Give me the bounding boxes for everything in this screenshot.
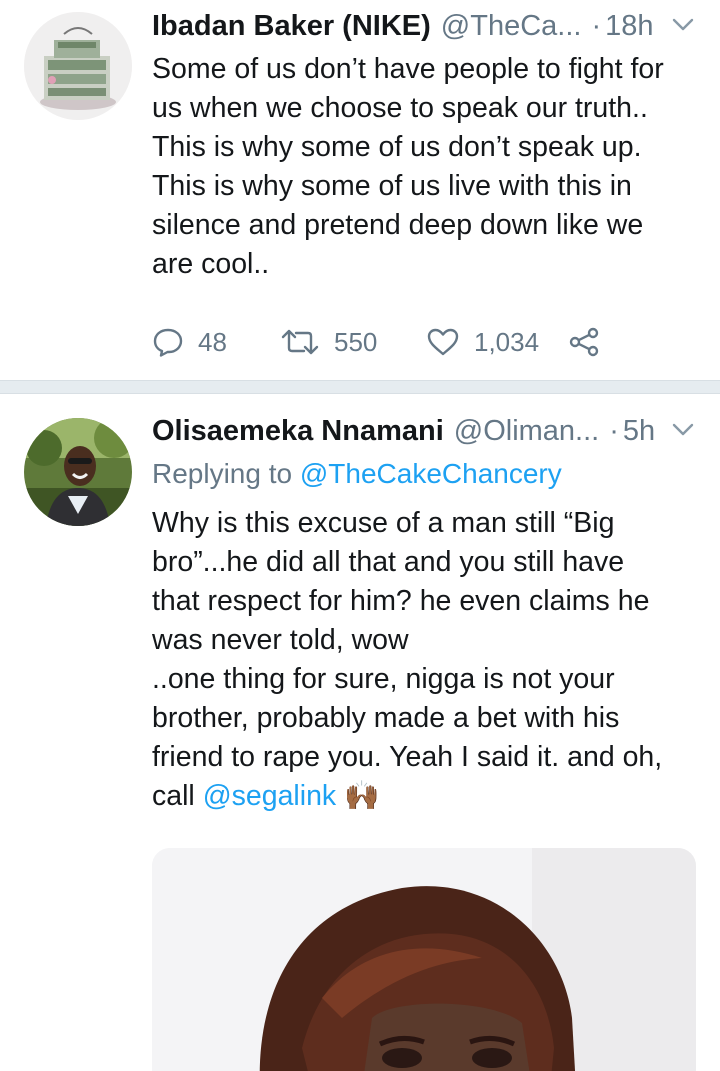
tweet-header: Olisaemeka Nnamani @Oliman... · 5h	[152, 411, 700, 451]
reply-icon	[153, 328, 183, 357]
author-name[interactable]: Olisaemeka Nnamani	[152, 415, 444, 448]
share-icon	[569, 327, 599, 357]
avatar[interactable]	[24, 418, 132, 526]
retweet-icon	[281, 329, 319, 355]
tweet-text-line: us when we choose to speak our truth..	[152, 92, 648, 124]
retweet-count: 550	[334, 326, 378, 357]
tweet-text-line: silence and pretend deep down like we	[152, 209, 644, 241]
tweet-header: Ibadan Baker (NIKE) @TheCa... · 18h	[152, 6, 700, 46]
tweet-2[interactable]: Olisaemeka Nnamani @Oliman... · 5h Reply…	[0, 394, 720, 1071]
separator: ·	[609, 414, 619, 447]
reply-button[interactable]: 48	[152, 327, 280, 358]
reply-count: 48	[198, 326, 227, 357]
tweet-divider	[0, 380, 720, 394]
tweet-1[interactable]: Ibadan Baker (NIKE) @TheCa... · 18h Some…	[0, 0, 720, 380]
tweet-actions: 48 550 1,034	[152, 320, 600, 364]
share-button[interactable]	[568, 327, 600, 357]
tweet-text-line: Some of us don’t have people to fight fo…	[152, 53, 664, 85]
tweet-text-line: Why is this excuse of a man still “Big	[152, 507, 615, 539]
last-line-prefix: call	[152, 780, 195, 812]
retweet-button[interactable]: 550	[280, 327, 426, 358]
tweet-media-image[interactable]	[152, 848, 696, 1071]
chevron-down-icon[interactable]	[672, 423, 694, 437]
separator: ·	[591, 9, 602, 42]
tweet-text-line: This is why some of us don’t speak up.	[152, 131, 642, 163]
tweet-text-line: ..one thing for sure, nigga is not your	[152, 663, 615, 695]
author-handle[interactable]: @TheCa...	[441, 10, 582, 43]
replying-to-label: Replying to	[152, 458, 293, 489]
tweet-text: Why is this excuse of a man still “Big b…	[152, 504, 692, 816]
chevron-down-icon[interactable]	[672, 18, 694, 32]
like-count: 1,034	[474, 326, 540, 357]
tweet-text-line: bro”...he did all that and you still hav…	[152, 546, 625, 578]
replying-to-handle[interactable]: @TheCakeChancery	[300, 458, 562, 489]
tweet-text-line: are cool..	[152, 248, 270, 280]
tweet-text-line: friend to rape you. Yeah I said it. and …	[152, 741, 663, 773]
author-name[interactable]: Ibadan Baker (NIKE)	[152, 10, 431, 43]
timestamp[interactable]: 18h	[605, 10, 653, 43]
like-button[interactable]: 1,034	[426, 327, 568, 358]
timestamp[interactable]: 5h	[623, 415, 655, 448]
tweet-text: Some of us don’t have people to fight fo…	[152, 50, 692, 284]
replying-to: Replying to @TheCakeChancery	[152, 458, 562, 490]
mention-link[interactable]: @segalink	[203, 780, 337, 812]
tweet-text-line: This is why some of us live with this in	[152, 170, 632, 202]
tweet-text-line: brother, probably made a bet with his	[152, 702, 620, 734]
like-icon	[427, 328, 459, 356]
author-handle[interactable]: @Oliman...	[454, 415, 599, 448]
tweet-text-line: was never told, wow	[152, 624, 409, 656]
tweet-text-line: call @segalink 🙌🏾	[152, 777, 692, 816]
tweet-text-line: that respect for him? he even claims he	[152, 585, 650, 617]
avatar[interactable]	[24, 12, 132, 120]
raised-hands-emoji: 🙌🏾	[344, 780, 380, 812]
